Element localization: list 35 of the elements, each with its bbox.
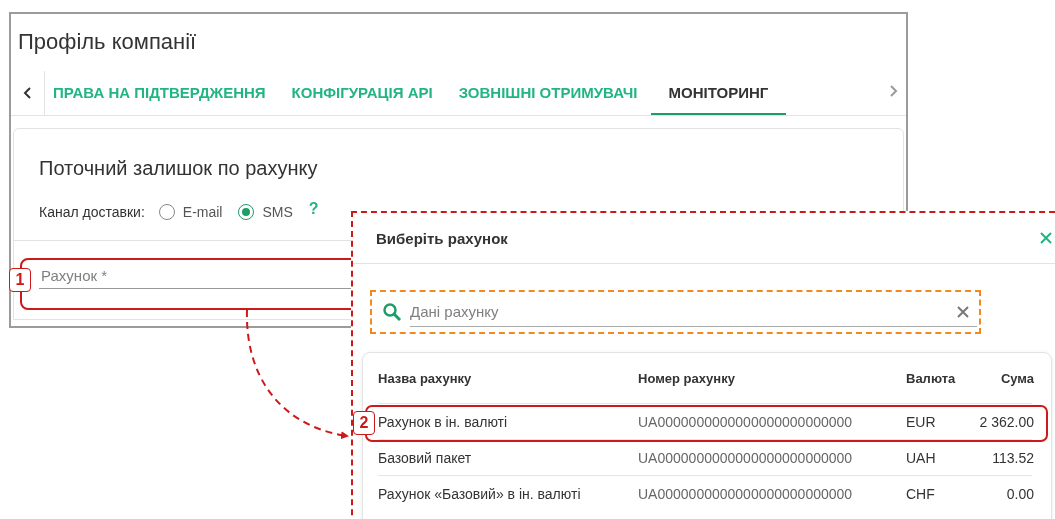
table-cell-text: UA0000000000000000000000000: [638, 449, 854, 466]
table-cell-text: Рахунок «Базовий» в ін. валюті: [378, 485, 582, 502]
help-link[interactable]: ?: [308, 200, 319, 218]
table-cell-text: 2 362.00: [978, 413, 1034, 430]
page-title: Профіль компанії: [18, 29, 197, 55]
table-cell-text: 0.00: [1005, 485, 1034, 502]
tab[interactable]: КОНФІГУРАЦІЯ API: [278, 71, 446, 115]
table-cell-text: 113.52: [991, 449, 1034, 466]
close-button[interactable]: [1040, 232, 1052, 244]
column-header: Номер рахунку: [638, 370, 736, 386]
table-cell-text: UAH: [906, 449, 937, 466]
clear-icon[interactable]: [957, 306, 969, 318]
callout-badge: 1: [9, 268, 31, 292]
radio-label: E-mail: [182, 204, 223, 220]
radio-label: SMS: [262, 204, 293, 220]
callout-badge: 2: [353, 411, 375, 435]
table-cell-text: EUR: [906, 413, 937, 430]
table-cell-text: UA0000000000000000000000000: [638, 413, 854, 430]
chevron-right-icon[interactable]: [888, 84, 898, 98]
delivery-label: Канал доставки:: [39, 204, 145, 220]
search-field[interactable]: Дані рахунку: [410, 297, 977, 327]
tab[interactable]: ЗОВНІШНІ ОТРИМУВАЧІ: [445, 71, 651, 115]
table-cell-text: Базовий пакет: [378, 449, 473, 466]
table-cell-text: CHF: [906, 485, 936, 502]
tab[interactable]: МОНІТОРИНГ: [650, 71, 787, 115]
column-header: Сума: [999, 370, 1034, 386]
column-header: Назва рахунку: [378, 370, 473, 386]
dialog-title: Виберіть рахунок: [376, 229, 508, 247]
table-cell-text: UA0000000000000000000000000: [638, 485, 854, 502]
table-cell-text: Рахунок в ін. валюті: [378, 413, 509, 430]
column-header: Валюта: [906, 370, 957, 386]
tab[interactable]: ПРАВА НА ПІДТВЕРДЖЕННЯ: [45, 71, 279, 115]
search-icon: [382, 302, 402, 322]
chevron-left-icon[interactable]: [22, 86, 33, 100]
section-title: Поточний залишок по рахунку: [39, 157, 318, 180]
